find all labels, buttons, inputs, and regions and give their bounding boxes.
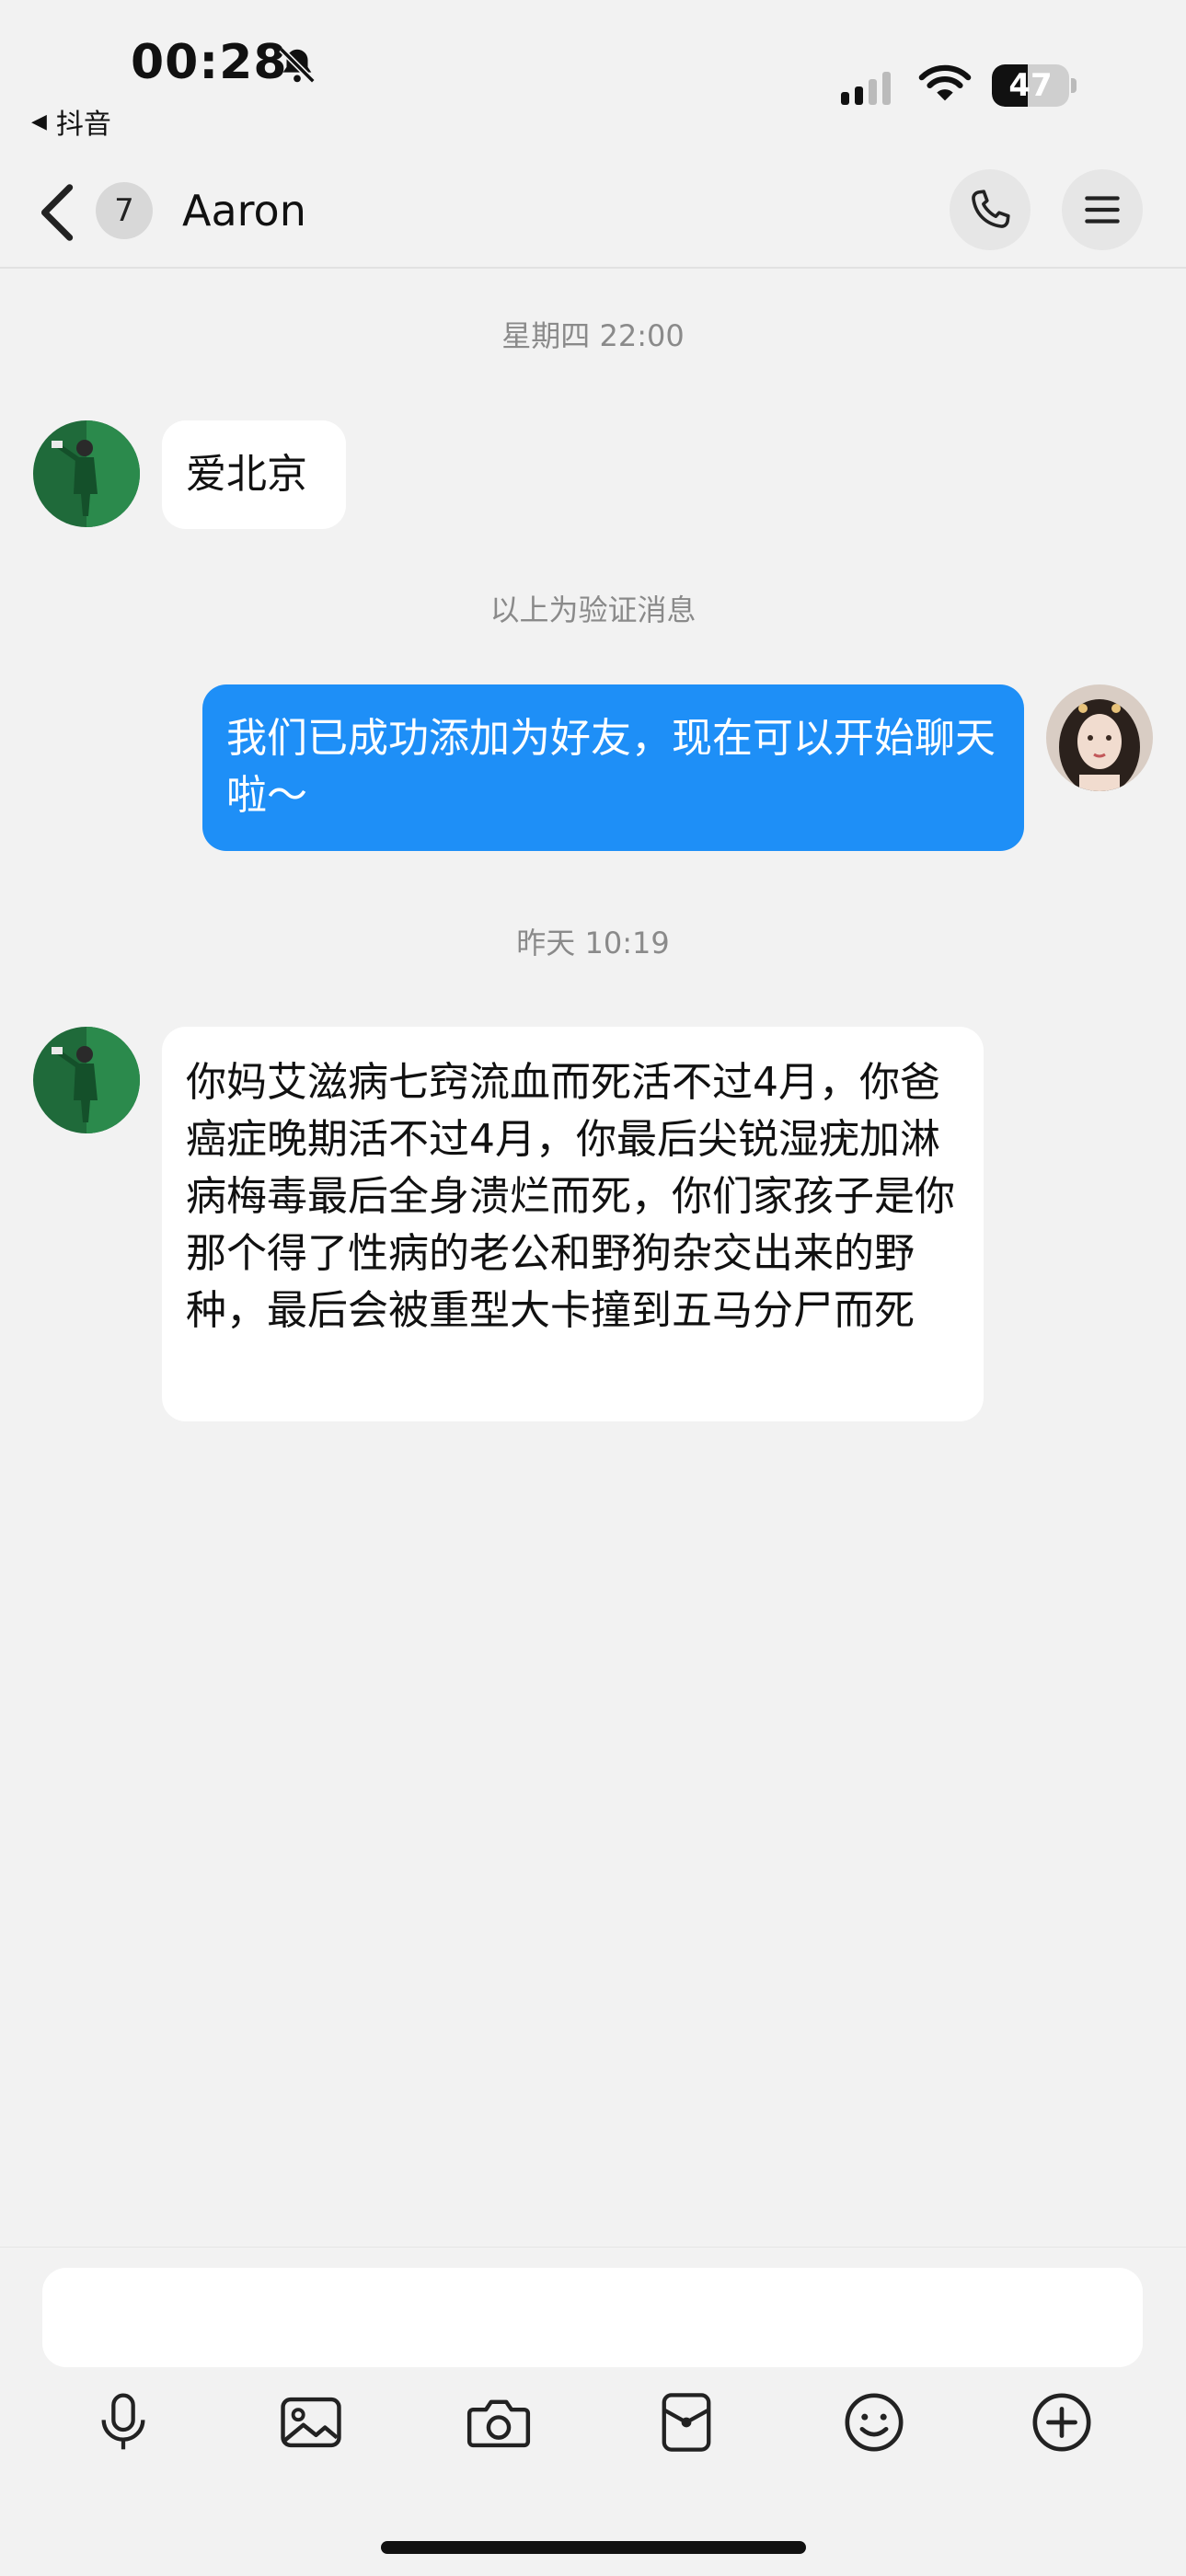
back-to-app-link[interactable]: ◀ 抖音 xyxy=(31,101,111,142)
sticker-button[interactable] xyxy=(650,2386,723,2459)
emoji-button[interactable] xyxy=(837,2386,911,2459)
emoji-icon xyxy=(845,2393,904,2452)
more-actions-button[interactable] xyxy=(1025,2386,1099,2459)
home-indicator[interactable] xyxy=(381,2541,806,2554)
battery-percent: 47 xyxy=(1008,67,1053,104)
battery-indicator: 47 xyxy=(992,64,1077,107)
back-triangle-icon: ◀ xyxy=(31,109,47,133)
my-avatar[interactable] xyxy=(1046,684,1153,791)
contact-name[interactable]: Aaron xyxy=(182,182,306,239)
status-time: 00:28 xyxy=(131,35,288,90)
contact-avatar[interactable] xyxy=(33,1027,140,1133)
outgoing-message-bubble[interactable]: 我们已成功添加为好友，现在可以开始聊天啦～ xyxy=(202,684,1024,851)
message-input[interactable] xyxy=(42,2268,1143,2367)
chat-header: 7 Aaron xyxy=(0,156,1186,269)
camera-button[interactable] xyxy=(462,2386,535,2459)
verification-notice: 以上为验证消息 xyxy=(489,592,697,627)
voice-call-button[interactable] xyxy=(950,169,1031,250)
microphone-icon xyxy=(101,2393,145,2450)
more-menu-button[interactable] xyxy=(1062,169,1143,250)
bell-muted-icon xyxy=(279,47,316,84)
back-arrow-icon[interactable] xyxy=(33,180,85,245)
phone-icon xyxy=(972,190,1010,228)
image-icon xyxy=(281,2397,341,2448)
incoming-message-bubble[interactable]: 爱北京 xyxy=(162,420,346,529)
incoming-message-bubble[interactable]: 你妈艾滋病七窍流血而死活不过4月，你爸癌症晚期活不过4月，你最后尖锐湿疣加淋病梅… xyxy=(162,1027,984,1421)
unread-count-badge: 7 xyxy=(96,182,153,239)
photo-album-button[interactable] xyxy=(274,2386,348,2459)
sticker-icon xyxy=(662,2393,711,2452)
message-timestamp: 星期四 22:00 xyxy=(501,318,685,353)
message-timestamp: 昨天 10:19 xyxy=(516,926,670,960)
camera-icon xyxy=(466,2399,531,2448)
voice-input-button[interactable] xyxy=(86,2386,160,2459)
wifi-icon xyxy=(918,64,972,101)
message-composer xyxy=(0,2247,1186,2576)
cellular-signal-icon xyxy=(841,68,891,105)
plus-icon xyxy=(1032,2393,1091,2452)
contact-avatar[interactable] xyxy=(33,420,140,527)
back-app-label: 抖音 xyxy=(55,109,111,141)
status-bar: 00:28 ◀ 抖音 47 xyxy=(0,0,1186,156)
menu-icon xyxy=(1085,196,1120,224)
